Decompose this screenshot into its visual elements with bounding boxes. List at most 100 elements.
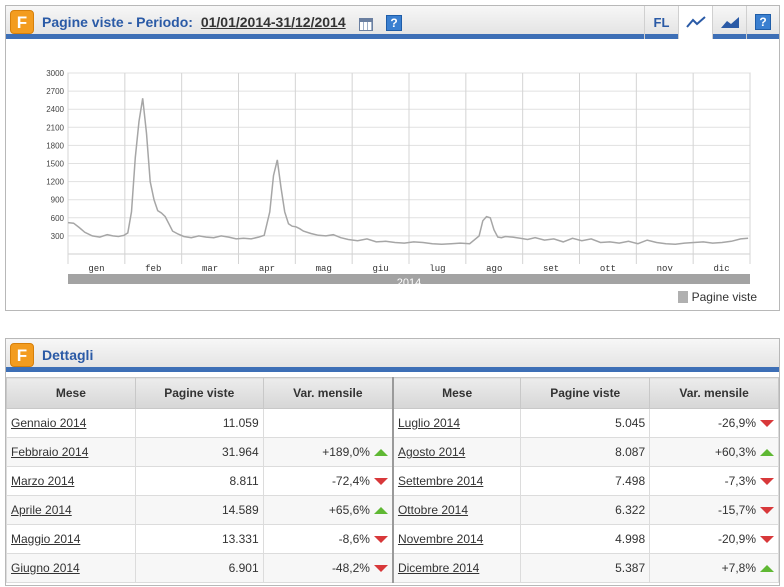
views-cell: 5.045 bbox=[520, 408, 651, 438]
table-row: Febbraio 2014 31.964 +189,0% Agosto 2014 8.0… bbox=[6, 437, 779, 467]
variation-value: -48,2% bbox=[331, 561, 370, 575]
month-link[interactable]: Marzo 2014 bbox=[11, 474, 74, 488]
month-cell: Marzo 2014 bbox=[6, 466, 136, 496]
area-chart-button[interactable] bbox=[712, 6, 746, 39]
views-value: 8.811 bbox=[229, 474, 259, 488]
calendar-icon[interactable] bbox=[359, 18, 373, 31]
variation-cell: -72,4% bbox=[262, 466, 394, 496]
views-cell: 14.589 bbox=[134, 495, 264, 525]
views-cell: 5.387 bbox=[520, 553, 651, 583]
x-tick-label: nov bbox=[657, 264, 674, 274]
month-cell: Giugno 2014 bbox=[6, 553, 136, 583]
views-cell: 6.322 bbox=[520, 495, 651, 525]
views-cell: 4.998 bbox=[520, 524, 651, 554]
trend-down-icon bbox=[760, 478, 774, 486]
trend-down-icon bbox=[373, 478, 388, 486]
variation-cell: -48,2% bbox=[262, 553, 394, 583]
trend-down-icon bbox=[760, 507, 774, 515]
month-link[interactable]: Giugno 2014 bbox=[11, 561, 80, 575]
month-link[interactable]: Luglio 2014 bbox=[398, 416, 460, 430]
views-value: 6.901 bbox=[228, 561, 259, 575]
help-icon[interactable]: ? bbox=[386, 15, 402, 31]
variation-value: +60,3% bbox=[714, 445, 756, 459]
views-value: 4.998 bbox=[615, 532, 646, 546]
line-chart-icon bbox=[685, 16, 706, 28]
month-link[interactable]: Aprile 2014 bbox=[11, 503, 72, 517]
x-tick-label: ago bbox=[486, 264, 502, 274]
views-value: 11.059 bbox=[222, 416, 259, 430]
period-link[interactable]: 01/01/2014-31/12/2014 bbox=[201, 14, 346, 30]
month-cell: Luglio 2014 bbox=[391, 408, 522, 438]
views-cell: 11.059 bbox=[134, 408, 264, 438]
month-cell: Ottobre 2014 bbox=[391, 495, 522, 525]
variation-cell: -20,9% bbox=[649, 524, 779, 554]
views-value: 7.498 bbox=[615, 474, 646, 488]
views-cell: 8.087 bbox=[520, 437, 651, 467]
month-cell: Dicembre 2014 bbox=[391, 553, 522, 583]
y-tick-label: 1200 bbox=[46, 178, 64, 187]
y-tick-label: 1500 bbox=[46, 160, 64, 169]
table-row: Gennaio 2014 11.059 Luglio 2014 5.045 -26,9% bbox=[6, 408, 779, 438]
details-title: Dettagli bbox=[42, 347, 94, 363]
views-cell: 6.901 bbox=[134, 553, 264, 583]
variation-cell: +60,3% bbox=[649, 437, 779, 467]
y-tick-label: 2400 bbox=[46, 105, 64, 114]
chart-legend[interactable]: Pagine viste bbox=[677, 290, 757, 304]
views-value: 6.322 bbox=[615, 503, 646, 517]
month-link[interactable]: Agosto 2014 bbox=[398, 445, 465, 459]
variation-cell: +189,0% bbox=[262, 437, 394, 467]
month-link[interactable]: Novembre 2014 bbox=[398, 532, 483, 546]
col-views-2[interactable]: Pagine viste bbox=[520, 377, 651, 409]
variation-value: -72,4% bbox=[331, 474, 370, 488]
trend-up-icon bbox=[373, 507, 388, 515]
col-var-1[interactable]: Var. mensile bbox=[262, 377, 394, 409]
views-value: 5.387 bbox=[615, 561, 646, 575]
fl-button[interactable]: FL bbox=[644, 6, 678, 39]
trend-down-icon bbox=[760, 420, 774, 428]
panel-title: Pagine viste - Periodo: 01/01/2014-31/12… bbox=[42, 14, 346, 30]
views-value: 5.045 bbox=[615, 416, 646, 430]
table-row: Marzo 2014 8.811 -72,4% Settembre 2014 7.498… bbox=[6, 466, 779, 496]
chart-help-button[interactable]: ? bbox=[746, 6, 780, 39]
month-link[interactable]: Gennaio 2014 bbox=[11, 416, 86, 430]
legend-swatch bbox=[677, 291, 688, 303]
legend-label: Pagine viste bbox=[691, 290, 757, 304]
page-views-panel: F Pagine viste - Periodo: 01/01/2014-31/… bbox=[5, 5, 780, 311]
variation-value: +189,0% bbox=[322, 445, 370, 459]
chart-help-icon: ? bbox=[755, 14, 771, 30]
trend-down-icon bbox=[760, 536, 774, 544]
col-month-2[interactable]: Mese bbox=[391, 377, 522, 409]
details-logo-icon: F bbox=[10, 343, 34, 367]
col-views-1[interactable]: Pagine viste bbox=[134, 377, 264, 409]
variation-value: -20,9% bbox=[717, 532, 756, 546]
trend-up-icon bbox=[760, 565, 774, 573]
views-cell: 31.964 bbox=[134, 437, 264, 467]
y-tick-label: 900 bbox=[51, 196, 65, 205]
month-link[interactable]: Febbraio 2014 bbox=[11, 445, 88, 459]
month-cell: Aprile 2014 bbox=[6, 495, 136, 525]
trend-up-icon bbox=[373, 449, 388, 457]
variation-value: -8,6% bbox=[338, 532, 370, 546]
app-logo-icon: F bbox=[10, 10, 34, 34]
line-chart-button[interactable] bbox=[678, 6, 712, 39]
views-value: 14.589 bbox=[221, 503, 259, 517]
month-link[interactable]: Dicembre 2014 bbox=[398, 561, 479, 575]
month-link[interactable]: Maggio 2014 bbox=[11, 532, 80, 546]
month-link[interactable]: Ottobre 2014 bbox=[398, 503, 468, 517]
month-cell: Novembre 2014 bbox=[391, 524, 522, 554]
details-table: Mese Pagine viste Var. mensile Mese Pagi… bbox=[6, 377, 779, 583]
col-var-2[interactable]: Var. mensile bbox=[649, 377, 779, 409]
y-tick-label: 600 bbox=[51, 214, 65, 223]
variation-value: -15,7% bbox=[717, 503, 756, 517]
x-tick-label: mag bbox=[316, 264, 332, 274]
views-value: 13.331 bbox=[221, 532, 259, 546]
month-link[interactable]: Settembre 2014 bbox=[398, 474, 483, 488]
views-cell: 7.498 bbox=[520, 466, 651, 496]
x-tick-label: gen bbox=[88, 264, 104, 274]
variation-cell: -7,3% bbox=[649, 466, 779, 496]
views-value: 31.964 bbox=[221, 445, 259, 459]
col-month-1[interactable]: Mese bbox=[6, 377, 136, 409]
variation-cell: -15,7% bbox=[649, 495, 779, 525]
month-cell: Maggio 2014 bbox=[6, 524, 136, 554]
variation-cell bbox=[262, 408, 394, 438]
